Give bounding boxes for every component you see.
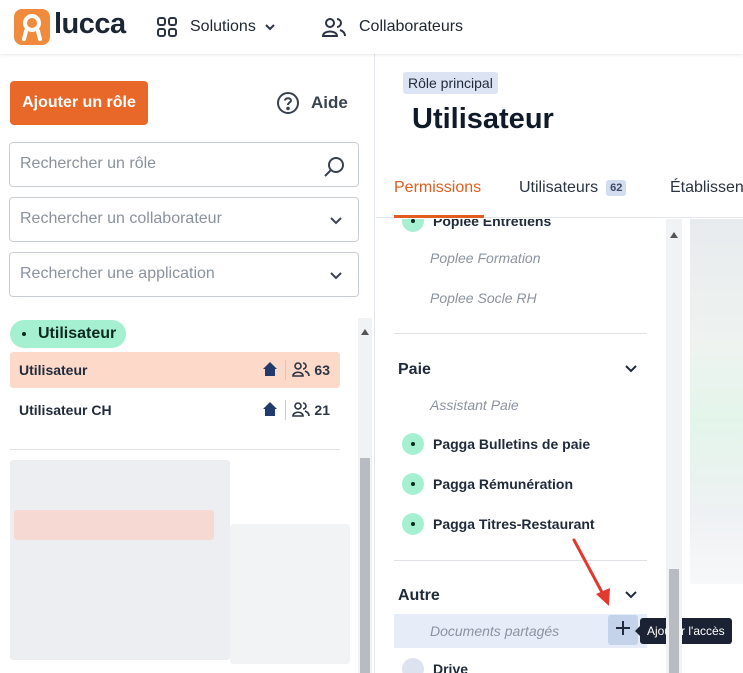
active-tab-indicator — [394, 215, 484, 218]
tab-label: Utilisateurs — [519, 179, 599, 196]
tooltip: Ajouter l'accès — [635, 618, 732, 644]
tab-etablissements[interactable]: Établissen — [670, 179, 743, 197]
add-role-button[interactable]: Ajouter un rôle — [10, 81, 148, 125]
search-collaborator-select[interactable]: Rechercher un collaborateur — [9, 197, 359, 242]
app-item-enabled[interactable]: Pagga Titres-Restaurant — [402, 513, 595, 535]
tab-permissions[interactable]: Permissions — [394, 179, 481, 197]
roles-sidebar: Ajouter un rôle Aide Rechercher un rôle … — [0, 54, 375, 673]
plus-icon — [615, 620, 631, 641]
search-role-input[interactable]: Rechercher un rôle — [9, 142, 359, 187]
search-application-select[interactable]: Rechercher une application — [9, 252, 359, 297]
tabs: Permissions Utilisateurs 62 Établissen — [376, 170, 743, 218]
app-name: Pagga Titres-Restaurant — [433, 516, 595, 532]
app-item-enabled[interactable]: Drive — [433, 661, 468, 673]
role-user-count: 63 — [314, 362, 330, 378]
role-type-tag: Rôle principal — [403, 72, 498, 94]
app-item-enabled[interactable]: Poplee Entretiens — [402, 219, 551, 232]
role-item-utilisateur[interactable]: Utilisateur 63 — [10, 352, 340, 388]
enabled-dot-icon — [402, 473, 424, 495]
users-icon — [292, 361, 311, 380]
tab-label: Permissions — [394, 179, 482, 196]
search-role-placeholder: Rechercher un rôle — [20, 155, 157, 172]
apps-grid-icon — [156, 16, 178, 38]
tab-label: Établissen — [670, 179, 743, 196]
scroll-up-icon — [670, 225, 678, 243]
app-name: Drive — [433, 661, 469, 673]
page-title: Utilisateur — [412, 103, 554, 135]
app-item-disabled[interactable]: Documents partagés — [430, 623, 559, 639]
scrollbar-thumb[interactable] — [360, 458, 370, 673]
chevron-down-icon[interactable] — [623, 587, 639, 603]
status-dot — [22, 332, 26, 336]
lucca-logo-icon[interactable] — [14, 9, 50, 45]
chevron-down-icon — [326, 265, 346, 285]
app-item-disabled[interactable]: Poplee Socle RH — [430, 290, 537, 306]
enabled-dot-icon — [402, 513, 424, 535]
divider — [394, 333, 647, 334]
role-item-utilisateur-ch[interactable]: Utilisateur CH 21 — [10, 392, 340, 428]
users-icon — [292, 401, 311, 420]
app-name: Pagga Bulletins de paie — [433, 436, 591, 452]
divider — [394, 560, 647, 561]
blurred-content — [14, 510, 214, 540]
app-name: Pagga Rémunération — [433, 476, 574, 492]
brand-name[interactable]: lucca — [54, 8, 126, 41]
add-access-button[interactable] — [608, 615, 638, 645]
search-icon — [322, 155, 346, 179]
users-icon — [321, 16, 347, 38]
permissions-scrollbar[interactable] — [666, 219, 682, 673]
search-application-placeholder: Rechercher une application — [20, 265, 215, 282]
divider — [10, 449, 340, 450]
help-label: Aide — [311, 93, 348, 112]
nav-solutions[interactable]: Solutions — [156, 14, 276, 40]
app-item-enabled[interactable]: Pagga Rémunération — [402, 473, 573, 495]
enabled-dot-icon — [402, 658, 424, 673]
role-group-label: Utilisateur — [38, 325, 117, 342]
divider — [285, 360, 287, 380]
enabled-dot-icon — [402, 219, 424, 232]
role-name: Utilisateur CH — [19, 402, 112, 418]
blurred-content — [10, 460, 230, 660]
chevron-down-icon[interactable] — [623, 361, 639, 377]
top-bar: lucca Solutions Collaborateurs — [0, 0, 743, 54]
search-collaborator-placeholder: Rechercher un collaborateur — [20, 210, 222, 227]
help-link[interactable]: Aide — [276, 91, 348, 115]
app-name: Poplee Entretiens — [433, 219, 552, 229]
role-group-chip[interactable]: Utilisateur — [10, 320, 127, 348]
nav-solutions-label: Solutions — [190, 18, 256, 35]
count-badge: 62 — [606, 180, 627, 196]
home-icon — [262, 361, 278, 380]
blurred-content — [690, 219, 743, 584]
section-title-autre[interactable]: Autre — [398, 587, 440, 605]
chevron-down-icon — [326, 210, 346, 230]
scrollbar-thumb[interactable] — [669, 569, 679, 673]
nav-collaborateurs[interactable]: Collaborateurs — [321, 14, 463, 40]
role-name: Utilisateur — [19, 362, 88, 378]
help-icon — [276, 91, 300, 115]
role-user-count: 21 — [314, 402, 330, 418]
chevron-down-icon — [264, 21, 276, 33]
tab-utilisateurs[interactable]: Utilisateurs 62 — [519, 179, 627, 197]
app-item-enabled[interactable]: Pagga Bulletins de paie — [402, 433, 590, 455]
permissions-list: Poplee Entretiens Poplee Formation Pople… — [376, 219, 666, 673]
app-item-disabled[interactable]: Assistant Paie — [430, 397, 519, 413]
blurred-content — [230, 524, 350, 664]
scroll-up-icon — [361, 322, 369, 340]
home-icon — [262, 401, 278, 420]
sidebar-scrollbar[interactable] — [358, 318, 372, 673]
divider — [285, 400, 287, 420]
nav-collaborateurs-label: Collaborateurs — [359, 18, 464, 35]
enabled-dot-icon — [402, 433, 424, 455]
app-item-disabled[interactable]: Poplee Formation — [430, 250, 541, 266]
section-title-paie[interactable]: Paie — [398, 361, 431, 379]
